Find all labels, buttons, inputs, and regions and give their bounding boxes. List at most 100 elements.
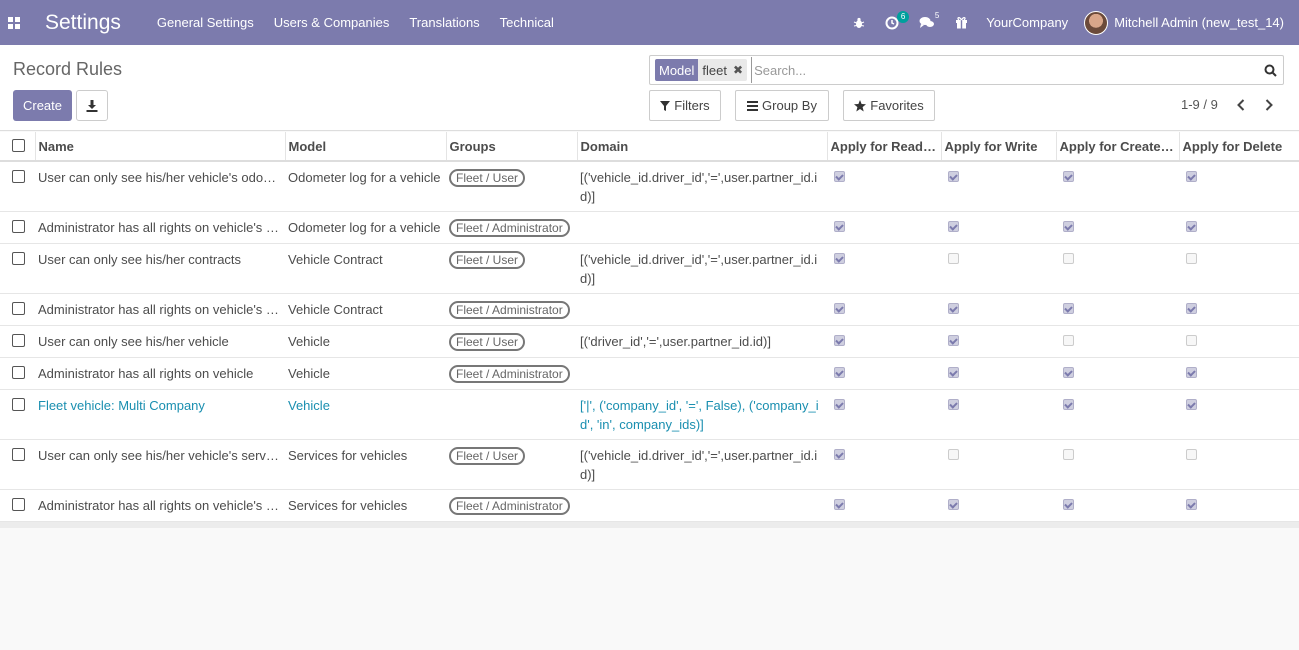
apply-create-cell xyxy=(1056,325,1179,358)
rule-name: Fleet vehicle: Multi Company xyxy=(35,389,285,440)
row-select-checkbox[interactable] xyxy=(0,243,35,294)
column-header-read[interactable]: Apply for Read… xyxy=(827,132,942,162)
chat-icon[interactable]: 5 xyxy=(909,0,945,45)
menu-translations[interactable]: Translations xyxy=(399,15,489,30)
apply-write-checkbox xyxy=(948,499,959,510)
row-select-checkbox[interactable] xyxy=(0,325,35,358)
rule-model: Odometer log for a vehicle xyxy=(285,211,446,244)
apply-delete-checkbox xyxy=(1186,221,1197,232)
list-footer xyxy=(0,522,1299,528)
table-row[interactable]: User can only see his/her vehicle's serv… xyxy=(0,439,1299,490)
rule-domain xyxy=(577,489,827,522)
rule-domain: [('vehicle_id.driver_id','=',user.partne… xyxy=(577,243,827,294)
group-by-button[interactable]: Group By xyxy=(735,90,829,121)
menu-technical[interactable]: Technical xyxy=(490,15,564,30)
apply-write-cell xyxy=(941,293,1056,326)
column-header-groups[interactable]: Groups xyxy=(446,132,578,162)
search-input[interactable] xyxy=(751,57,1257,83)
rule-model: Vehicle xyxy=(285,325,446,358)
table-row[interactable]: User can only see his/her vehicle Vehicle… xyxy=(0,325,1299,358)
table-row[interactable]: Administrator has all rights on vehicle'… xyxy=(0,489,1299,522)
group-tag: Fleet / Administrator xyxy=(449,497,570,515)
apply-create-checkbox xyxy=(1063,171,1074,182)
rule-model: Services for vehicles xyxy=(285,489,446,522)
company-switcher[interactable]: YourCompany xyxy=(978,15,1084,30)
debug-bug-icon[interactable] xyxy=(843,0,875,45)
column-header-domain[interactable]: Domain xyxy=(577,132,828,162)
rule-domain: [('vehicle_id.driver_id','=',user.partne… xyxy=(577,439,827,490)
rule-domain xyxy=(577,211,827,244)
user-name: Mitchell Admin (new_test_14) xyxy=(1114,15,1284,30)
row-select-checkbox[interactable] xyxy=(0,211,35,244)
gift-icon[interactable] xyxy=(945,0,978,45)
control-panel: Record Rules Create Model fleet ✖ Filter… xyxy=(0,45,1299,131)
apps-menu-icon[interactable] xyxy=(0,0,28,45)
group-tag: Fleet / Administrator xyxy=(449,365,570,383)
column-header-model[interactable]: Model xyxy=(285,132,447,162)
app-title[interactable]: Settings xyxy=(45,11,121,35)
activity-count-badge: 6 xyxy=(896,11,910,23)
table-row[interactable]: Administrator has all rights on vehicle V… xyxy=(0,357,1299,390)
apply-create-checkbox xyxy=(1063,303,1074,314)
table-row[interactable]: Administrator has all rights on vehicle'… xyxy=(0,293,1299,326)
column-header-name[interactable]: Name xyxy=(35,132,286,162)
table-row[interactable]: Fleet vehicle: Multi Company Vehicle ['|',… xyxy=(0,389,1299,440)
user-menu[interactable]: Mitchell Admin (new_test_14) xyxy=(1084,10,1299,35)
apply-read-cell xyxy=(827,439,941,490)
apply-create-checkbox xyxy=(1063,449,1074,460)
rule-model: Services for vehicles xyxy=(285,439,446,490)
row-select-checkbox[interactable] xyxy=(0,357,35,390)
close-icon[interactable]: ✖ xyxy=(731,59,748,81)
menu-general-settings[interactable]: General Settings xyxy=(147,15,264,30)
row-select-checkbox[interactable] xyxy=(0,389,35,440)
avatar xyxy=(1084,10,1109,35)
apply-delete-cell xyxy=(1179,489,1299,522)
row-select-checkbox[interactable] xyxy=(0,293,35,326)
table-body: User can only see his/her vehicle's odo…… xyxy=(0,161,1299,522)
apply-delete-cell xyxy=(1179,161,1299,212)
menu-users-companies[interactable]: Users & Companies xyxy=(264,15,400,30)
apply-read-checkbox xyxy=(834,499,845,510)
apply-read-cell xyxy=(827,243,941,294)
apply-write-cell xyxy=(941,489,1056,522)
table-row[interactable]: User can only see his/her contracts Vehic… xyxy=(0,243,1299,294)
row-select-checkbox[interactable] xyxy=(0,489,35,522)
messages-count-badge: 5 xyxy=(934,11,940,20)
column-header-write[interactable]: Apply for Write xyxy=(941,132,1057,162)
rule-name: Administrator has all rights on vehicle'… xyxy=(35,489,285,522)
pager-value[interactable]: 1-9 / 9 xyxy=(1181,97,1218,112)
chevron-left-icon[interactable] xyxy=(1233,95,1249,115)
apply-read-cell xyxy=(827,325,941,358)
activity-clock-icon[interactable]: 6 xyxy=(875,0,910,45)
row-select-checkbox[interactable] xyxy=(0,439,35,490)
list-icon xyxy=(747,100,759,111)
apply-write-cell xyxy=(941,211,1056,244)
download-icon xyxy=(86,99,98,112)
apply-create-cell xyxy=(1056,439,1179,490)
apply-write-cell xyxy=(941,243,1056,294)
apply-read-checkbox xyxy=(834,399,845,410)
search-icon[interactable] xyxy=(1257,64,1283,77)
apply-create-cell xyxy=(1056,161,1179,212)
apply-create-checkbox xyxy=(1063,253,1074,264)
create-button[interactable]: Create xyxy=(13,90,72,121)
filter-icon xyxy=(660,100,671,111)
row-select-checkbox[interactable] xyxy=(0,161,35,212)
table-row[interactable]: Administrator has all rights on vehicle'… xyxy=(0,211,1299,244)
apply-read-checkbox xyxy=(834,253,845,264)
filters-button[interactable]: Filters xyxy=(649,90,721,121)
apply-write-cell xyxy=(941,357,1056,390)
apply-delete-cell xyxy=(1179,357,1299,390)
column-header-delete[interactable]: Apply for Delete xyxy=(1179,132,1299,162)
favorites-button[interactable]: Favorites xyxy=(843,90,935,121)
column-header-create[interactable]: Apply for Create… xyxy=(1056,132,1180,162)
rule-groups: Fleet / User xyxy=(446,439,577,490)
main-menu: General Settings Users & Companies Trans… xyxy=(147,15,564,30)
select-all-checkbox[interactable] xyxy=(0,132,36,162)
table-row[interactable]: User can only see his/her vehicle's odo…… xyxy=(0,161,1299,212)
group-tag: Fleet / User xyxy=(449,251,526,269)
chevron-right-icon[interactable] xyxy=(1261,95,1277,115)
export-button[interactable] xyxy=(76,90,108,121)
apply-create-checkbox xyxy=(1063,335,1074,346)
apply-delete-cell xyxy=(1179,243,1299,294)
